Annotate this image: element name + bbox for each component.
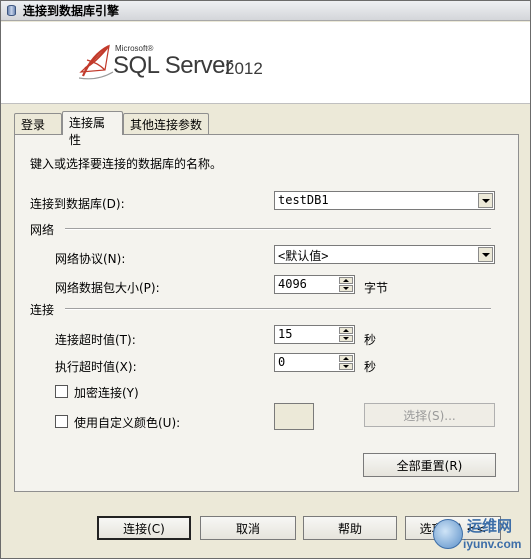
- connect-timeout-spinner[interactable]: 15: [274, 325, 355, 344]
- connect-timeout-label: 连接超时值(T):: [55, 333, 136, 347]
- database-label: 连接到数据库(D):: [30, 197, 125, 211]
- database-value: testDB1: [278, 193, 329, 207]
- packet-size-label: 网络数据包大小(P):: [55, 281, 160, 295]
- connection-section-title: 连接: [30, 303, 55, 317]
- help-button[interactable]: 帮助: [303, 516, 397, 540]
- tab-connection-properties[interactable]: 连接属性: [62, 111, 123, 147]
- spin-down-icon[interactable]: [339, 335, 353, 342]
- database-combo[interactable]: testDB1: [274, 191, 495, 210]
- spin-up-icon[interactable]: [339, 327, 353, 334]
- custom-color-label: 使用自定义颜色(U):: [74, 416, 181, 430]
- network-protocol-label: 网络协议(N):: [55, 252, 126, 266]
- packet-size-spinner[interactable]: 4096: [274, 275, 355, 294]
- database-app-icon: [5, 4, 19, 18]
- sql-server-logo-icon: [79, 44, 114, 80]
- connection-properties-panel: 键入或选择要连接的数据库的名称。 连接到数据库(D): testDB1 网络 网…: [14, 134, 519, 492]
- exec-timeout-value: 0: [278, 355, 286, 369]
- spin-up-icon[interactable]: [339, 277, 353, 284]
- chevron-down-icon[interactable]: [478, 247, 493, 262]
- network-section-title: 网络: [30, 223, 55, 237]
- spin-down-icon[interactable]: [339, 285, 353, 292]
- sql-server-logo: Microsoft® SQL Server 2012: [79, 42, 279, 87]
- spin-down-icon[interactable]: [339, 363, 353, 370]
- network-protocol-value: <默认值>: [278, 249, 329, 263]
- packet-size-value: 4096: [278, 277, 307, 291]
- window-title: 连接到数据库引擎: [23, 4, 120, 18]
- custom-color-checkbox[interactable]: [55, 415, 68, 428]
- chevron-down-icon[interactable]: [478, 193, 493, 208]
- connection-divider: [65, 308, 491, 310]
- exec-timeout-unit: 秒: [364, 360, 377, 374]
- select-color-button[interactable]: 选择(S)...: [364, 403, 495, 427]
- connect-timeout-value: 15: [278, 327, 293, 341]
- logo-product-text: SQL Server: [113, 52, 233, 79]
- network-protocol-combo[interactable]: <默认值>: [274, 245, 495, 264]
- tab-additional-parameters[interactable]: 其他连接参数: [123, 113, 209, 134]
- connect-timeout-unit: 秒: [364, 333, 377, 347]
- logo-version-text: 2012: [225, 59, 263, 78]
- encrypt-checkbox[interactable]: [55, 385, 68, 398]
- connect-dialog: 连接到数据库引擎 Microsoft® SQL Server 2012 登录 连…: [0, 0, 531, 559]
- spin-up-icon[interactable]: [339, 355, 353, 362]
- tab-login[interactable]: 登录: [14, 113, 62, 134]
- color-swatch: [274, 403, 314, 430]
- exec-timeout-spinner[interactable]: 0: [274, 353, 355, 372]
- title-bar[interactable]: 连接到数据库引擎: [1, 1, 530, 21]
- exec-timeout-label: 执行超时值(X):: [55, 360, 137, 374]
- options-button[interactable]: 选项(O) <<: [405, 516, 501, 540]
- connect-button[interactable]: 连接(C): [97, 516, 191, 540]
- encrypt-label: 加密连接(Y): [74, 386, 139, 400]
- packet-size-unit: 字节: [364, 281, 389, 295]
- product-banner: Microsoft® SQL Server 2012: [1, 22, 530, 104]
- cancel-button[interactable]: 取消: [200, 516, 296, 540]
- reset-all-button[interactable]: 全部重置(R): [363, 453, 496, 477]
- instruction-text: 键入或选择要连接的数据库的名称。: [30, 157, 223, 171]
- network-divider: [65, 228, 491, 230]
